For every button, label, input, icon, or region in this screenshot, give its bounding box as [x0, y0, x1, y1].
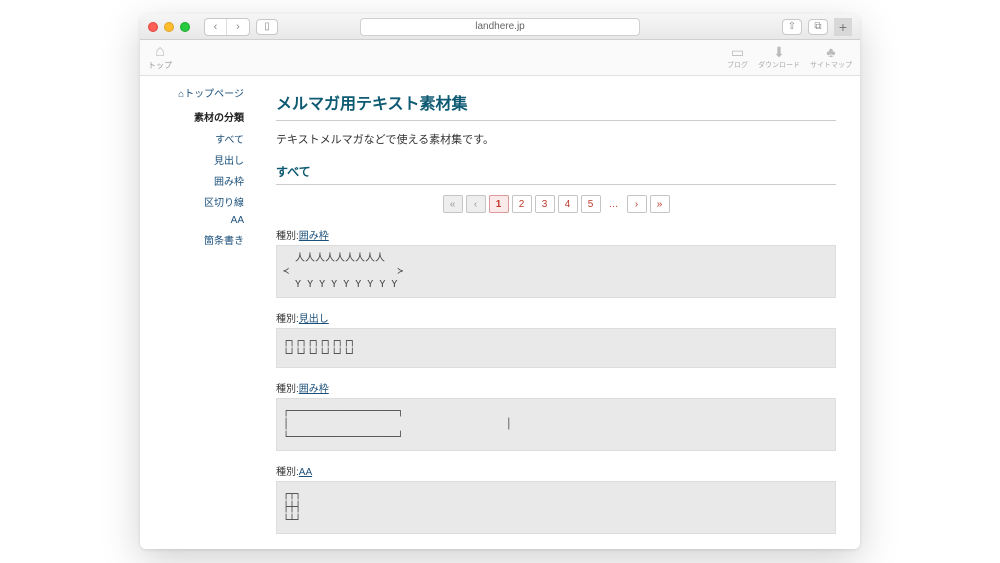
material-item: 種別:囲み枠 人人人人人人人人人 ≺ ≻ Y Y Y Y Y Y Y Y Y — [276, 227, 836, 298]
header-download[interactable]: ⬇ダウンロード — [758, 45, 800, 70]
header-right: ▭ブログ ⬇ダウンロード ♣サイトマップ — [727, 45, 852, 70]
window-controls — [148, 22, 190, 32]
sidebar-top-page[interactable]: ⌂トップページ — [140, 82, 252, 103]
item-type: 種別:囲み枠 — [276, 380, 836, 395]
material-item: 種別:囲み枠 ┌──────────────────┐ │ │ └────────… — [276, 380, 836, 451]
sidebar: ⌂トップページ 素材の分類 すべて 見出し 囲み枠 区切り線 AA 箇条書き — [140, 76, 252, 549]
pager-page-3[interactable]: 3 — [535, 195, 555, 213]
new-tab-button[interactable]: + — [834, 18, 852, 36]
item-type-link[interactable]: 囲み枠 — [299, 231, 329, 242]
forward-button[interactable]: › — [227, 19, 249, 35]
pager-page-4[interactable]: 4 — [558, 195, 578, 213]
pager-ellipsis: … — [604, 195, 624, 213]
titlebar-right: ⇧ ⧉ + — [782, 18, 852, 36]
material-item: 種別:区切り線+:♪*■ＩＮＤＥＸ■ +:♪*━━━━━━━━━━━━━━━━━… — [276, 546, 836, 549]
page-description: テキストメルマガなどで使える素材集です。 — [276, 131, 836, 147]
nav-arrows: ‹ › — [204, 18, 250, 36]
item-type: 種別:見出し — [276, 310, 836, 325]
header-home[interactable]: ⌂ トップ — [148, 44, 172, 71]
item-type: 種別:囲み枠 — [276, 227, 836, 242]
sitemap-icon: ♣ — [826, 45, 835, 60]
download-icon: ⬇ — [773, 45, 785, 60]
content-area: ⌂トップページ 素材の分類 すべて 見出し 囲み枠 区切り線 AA 箇条書き メ… — [140, 76, 860, 549]
main-content: メルマガ用テキスト素材集 テキストメルマガなどで使える素材集です。 すべて « … — [252, 76, 860, 549]
item-sample: ┌┐┌┐┌┐┌┐┌┐┌┐ └┘└┘└┘└┘└┘└┘ — [276, 328, 836, 368]
sidebar-item-divider[interactable]: 区切り線 — [140, 191, 252, 212]
titlebar: ‹ › ▯ landhere.jp ⇧ ⧉ + — [140, 14, 860, 40]
home-icon: ⌂ — [155, 44, 165, 60]
url-bar[interactable]: landhere.jp — [360, 18, 640, 36]
sidebar-item-heading[interactable]: 見出し — [140, 149, 252, 170]
sidebar-toggle-button[interactable]: ▯ — [256, 19, 278, 35]
close-icon[interactable] — [148, 22, 158, 32]
item-type: 種別:区切り線 — [276, 546, 836, 549]
material-item: 種別:AA ┌┬┐ ├┼┤ └┴┘ — [276, 463, 836, 534]
item-sample: ┌┬┐ ├┼┤ └┴┘ — [276, 481, 836, 534]
pager-last[interactable]: » — [650, 195, 670, 213]
header-sitemap[interactable]: ♣サイトマップ — [810, 45, 852, 70]
sidebar-item-all[interactable]: すべて — [140, 128, 252, 149]
page-title: メルマガ用テキスト素材集 — [276, 90, 836, 121]
pager-first[interactable]: « — [443, 195, 463, 213]
blog-icon: ▭ — [731, 45, 744, 60]
item-type-link[interactable]: 囲み枠 — [299, 384, 329, 395]
back-button[interactable]: ‹ — [205, 19, 227, 35]
sidebar-item-bullet[interactable]: 箇条書き — [140, 229, 252, 250]
sidebar-category-title: 素材の分類 — [140, 103, 252, 128]
pager-prev[interactable]: ‹ — [466, 195, 486, 213]
item-sample: ┌──────────────────┐ │ │ └──────────────… — [276, 398, 836, 451]
sidebar-item-frame[interactable]: 囲み枠 — [140, 170, 252, 191]
item-type: 種別:AA — [276, 463, 836, 478]
header-home-label: トップ — [148, 60, 172, 71]
site-header: ⌂ トップ ▭ブログ ⬇ダウンロード ♣サイトマップ — [140, 40, 860, 76]
tabs-button[interactable]: ⧉ — [808, 19, 828, 35]
maximize-icon[interactable] — [180, 22, 190, 32]
item-list: 種別:囲み枠 人人人人人人人人人 ≺ ≻ Y Y Y Y Y Y Y Y Y種別… — [276, 227, 836, 549]
share-button[interactable]: ⇧ — [782, 19, 802, 35]
pager: « ‹ 1 2 3 4 5 … › » — [276, 195, 836, 213]
section-title: すべて — [276, 163, 836, 185]
header-blog[interactable]: ▭ブログ — [727, 45, 748, 70]
pager-page-5[interactable]: 5 — [581, 195, 601, 213]
item-type-link[interactable]: AA — [299, 467, 312, 478]
pager-page-2[interactable]: 2 — [512, 195, 532, 213]
url-text: landhere.jp — [475, 21, 524, 32]
item-type-link[interactable]: 見出し — [299, 314, 329, 325]
material-item: 種別:見出し ┌┐┌┐┌┐┌┐┌┐┌┐ └┘└┘└┘└┘└┘└┘ — [276, 310, 836, 368]
sidebar-item-aa[interactable]: AA — [140, 212, 252, 229]
item-sample: 人人人人人人人人人 ≺ ≻ Y Y Y Y Y Y Y Y Y — [276, 245, 836, 298]
pager-page-1[interactable]: 1 — [489, 195, 509, 213]
minimize-icon[interactable] — [164, 22, 174, 32]
browser-window: ‹ › ▯ landhere.jp ⇧ ⧉ + ⌂ トップ ▭ブログ ⬇ダウンロ… — [140, 14, 860, 549]
pager-next[interactable]: › — [627, 195, 647, 213]
